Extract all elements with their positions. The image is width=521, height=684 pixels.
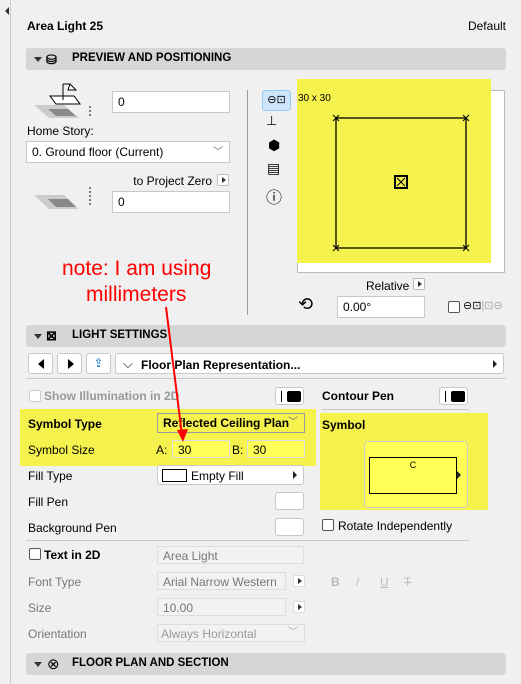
home-story-value: 0. Ground floor (Current) [32,145,164,159]
floor-plan-icon: ⊗ [47,656,60,673]
chevron-down-icon: ﹀ [288,417,298,428]
show-illumination-label: Show Illumination in 2D [44,389,180,403]
rotate-label: Rotate Independently [338,519,453,533]
collapse-arrow-icon[interactable] [5,7,9,15]
size-input[interactable]: 10.00 [157,598,286,616]
section-title: LIGHT SETTINGS [72,329,168,341]
symbol-picker[interactable]: C [364,441,468,508]
underline-button[interactable]: U [380,575,389,589]
separator [26,540,469,541]
symbol-size-label: Symbol Size [28,443,95,457]
chevron-down-icon: ﹀ [213,147,223,158]
strikethrough-button[interactable]: T [404,575,411,589]
left-border [10,0,11,684]
symbol-type-label: Symbol Type [28,417,102,431]
triangle-icon [34,662,42,667]
contour-pen-label: Contour Pen [322,389,394,403]
orientation-select[interactable]: Always Horizontal ﹀ [157,624,305,642]
preview-size-label: 30 x 30 [298,93,331,104]
reference-input[interactable]: 0 [112,191,230,213]
fill-type-select[interactable]: Empty Fill [157,465,304,485]
text2d-checkbox[interactable] [29,548,41,560]
mirror-icon: ⊖⊡|⊡⊖ [463,300,503,312]
size-label: Size [28,601,52,615]
light-settings-icon: ⊠ [46,328,57,343]
section-light-header[interactable]: ⊠ LIGHT SETTINGS [26,325,506,347]
triangle-icon [34,57,42,62]
text2d-input[interactable]: Area Light [157,546,304,564]
preview-symbol [332,114,470,252]
fill-type-label: Fill Type [28,469,73,483]
fill-type-value: Empty Fill [191,469,244,483]
annotation-line2: millimeters [86,283,187,306]
chevron-down-icon: ﹀ [288,627,298,638]
positioning-icon: ⛁ [46,52,57,67]
b-label: B: [232,443,244,457]
fill-pen-label: Fill Pen [28,495,69,509]
contour-pen-button[interactable] [439,387,468,405]
text2d-label: Text in 2D [44,548,101,562]
preset-label: Default [467,19,506,33]
illumination-pen-button[interactable] [275,387,304,405]
section-preview-header[interactable]: ⛁ PREVIEW AND POSITIONING [26,48,506,70]
relative-menu-button[interactable] [413,278,425,290]
relative-label: Relative [366,279,410,293]
reference-level-icon [34,187,91,209]
rotation-icon: ⟲ [298,294,314,314]
pen-icon: ⌵ [123,356,133,371]
info-icon[interactable]: ⓘ [266,184,282,208]
show-illumination-checkbox[interactable] [29,390,41,402]
film-icon[interactable]: ▤ [267,160,280,177]
fill-pen-button[interactable] [275,492,304,510]
italic-button[interactable]: / [356,575,359,589]
3d-view-icon[interactable]: ⬢ [268,137,280,154]
next-page-button[interactable] [57,353,82,374]
font-type-input[interactable]: Arial Narrow Western [157,572,286,590]
page-selector-value: Floor Plan Representation... [141,358,301,372]
orientation-label: Orientation [28,627,87,641]
bold-button[interactable]: B [331,575,340,589]
rotation-input[interactable]: 0.00° [337,296,425,318]
section-floor-plan-header[interactable]: ⊗ FLOOR PLAN AND SECTION [26,653,506,675]
export-icon[interactable]: ⇪ [86,353,111,374]
symbol-preview: C [369,457,457,494]
elevation-icon [34,83,91,118]
home-story-select[interactable]: 0. Ground floor (Current) ﹀ [26,141,230,163]
background-pen-label: Background Pen [28,521,117,535]
panel-title: Area Light 25 [27,19,104,33]
mirror-checkbox[interactable] [448,301,460,313]
separator [322,409,469,410]
font-menu-button[interactable] [293,575,305,587]
annotation-line1: note: I am using [62,257,212,280]
separator [26,378,506,379]
symbol-type-select[interactable]: Reflected Ceiling Plan ﹀ [157,413,305,433]
section-title: PREVIEW AND POSITIONING [72,52,232,64]
rotate-checkbox[interactable] [322,519,334,531]
orientation-value: Always Horizontal [161,627,257,641]
reference-menu-button[interactable] [217,174,229,186]
background-pen-button[interactable] [275,518,304,536]
section-title: FLOOR PLAN AND SECTION [72,657,229,669]
plan-view-tab[interactable]: ⊖⊡ [262,90,291,111]
a-label: A: [156,443,168,457]
home-story-label: Home Story: [27,124,94,138]
symbol-label: Symbol [322,418,366,432]
section-view-icon[interactable]: ⊥ [266,113,277,129]
size-a-input[interactable]: 30 [172,440,230,458]
triangle-icon [34,334,42,339]
size-menu-button[interactable] [293,601,305,613]
symbol-type-value: Reflected Ceiling Plan [163,416,290,430]
elevation-input[interactable]: 0 [112,91,230,113]
page-selector[interactable]: ⌵ Floor Plan Representation... [115,353,504,374]
fill-swatch [162,469,187,482]
font-type-label: Font Type [28,575,82,589]
prev-page-button[interactable] [28,353,53,374]
size-b-input[interactable]: 30 [247,440,305,458]
divider [247,90,248,315]
reference-label: to Project Zero [133,174,212,188]
